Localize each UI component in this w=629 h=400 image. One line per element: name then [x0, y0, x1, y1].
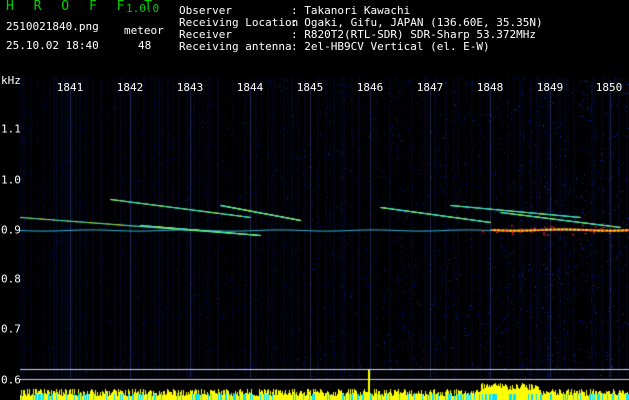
freq-label-0.7: 0.7	[1, 322, 21, 336]
time-tick-1845: 1845	[296, 81, 324, 94]
freq-label-1.1: 1.1	[1, 122, 21, 136]
time-tick-1844: 1844	[236, 81, 264, 94]
time-tick-1846: 1846	[356, 81, 384, 94]
time-tick-1841: 1841	[56, 81, 84, 94]
time-tick-1847: 1847	[416, 81, 444, 94]
observation-datetime: 25.10.02 18:40	[6, 39, 99, 52]
time-tick-1843: 1843	[176, 81, 204, 94]
freq-label-0.8: 0.8	[1, 272, 21, 286]
y-axis-unit: kHz	[1, 74, 21, 87]
time-tick-1842: 1842	[116, 81, 144, 94]
spectrogram-canvas	[20, 77, 629, 400]
time-tick-1849: 1849	[536, 81, 564, 94]
time-tick-1850: 1850	[595, 81, 623, 94]
file-name: 2510021840.png	[6, 20, 99, 33]
info-value-antenna: : 2el-HB9CV Vertical (el. E-W)	[291, 40, 490, 53]
meteor-count: 48	[138, 39, 152, 52]
freq-label-0.9: 0.9	[1, 223, 21, 237]
info-label-antenna: Receiving antenna	[179, 40, 292, 53]
app-version: 1.0.0	[126, 2, 160, 15]
time-tick-1848: 1848	[476, 81, 504, 94]
freq-label-1.0: 1.0	[1, 173, 21, 187]
meteor-label: meteor	[124, 24, 164, 37]
freq-label-0.6: 0.6	[1, 373, 21, 387]
